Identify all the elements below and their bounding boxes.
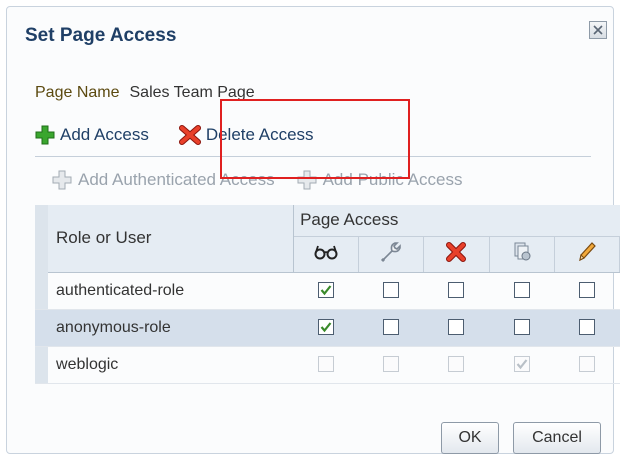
permission-cell bbox=[358, 272, 424, 310]
permission-checkbox-delete bbox=[448, 356, 465, 373]
permission-cell bbox=[554, 346, 620, 384]
permission-checkbox-grant[interactable] bbox=[513, 282, 530, 299]
permission-cell bbox=[489, 309, 555, 347]
row-selector-header bbox=[35, 205, 49, 272]
access-table-body: authenticated-role anonymous-role weblogic bbox=[35, 272, 620, 384]
permission-checkbox-grant[interactable] bbox=[513, 319, 530, 336]
column-header-edit[interactable] bbox=[554, 236, 621, 273]
view-glasses-icon bbox=[314, 245, 338, 259]
column-header-delete[interactable] bbox=[423, 236, 490, 273]
table-header-row: Role or User Page Access bbox=[35, 205, 620, 273]
permission-cell bbox=[358, 309, 424, 347]
column-group-page-access: Page Access bbox=[293, 205, 620, 237]
cancel-button[interactable]: Cancel bbox=[513, 422, 601, 454]
add-access-button[interactable]: Add Access bbox=[35, 125, 149, 145]
column-header-grant[interactable] bbox=[489, 236, 555, 273]
access-table: Role or User Page Access authenticated-r… bbox=[35, 205, 621, 384]
edit-pencil-icon bbox=[579, 241, 596, 261]
permission-cell bbox=[358, 346, 424, 384]
row-selector[interactable] bbox=[35, 272, 49, 310]
permission-cell bbox=[423, 309, 490, 347]
grant-pages-icon bbox=[514, 242, 531, 260]
permission-checkbox-grant bbox=[513, 356, 530, 373]
close-icon bbox=[593, 25, 603, 35]
permission-cell bbox=[554, 272, 620, 310]
add-access-label: Add Access bbox=[60, 125, 149, 144]
customize-wrench-icon bbox=[381, 241, 402, 262]
permission-checkbox-customize bbox=[383, 356, 400, 373]
column-header-customize[interactable] bbox=[358, 236, 425, 273]
table-row[interactable]: authenticated-role bbox=[35, 272, 620, 310]
checkmark-icon bbox=[320, 285, 332, 296]
delete-x-icon bbox=[446, 241, 467, 262]
permission-checkbox-view[interactable] bbox=[318, 319, 335, 336]
checkmark-icon bbox=[320, 322, 332, 333]
page-name-label: Page Name bbox=[35, 84, 120, 101]
permission-checkbox-customize[interactable] bbox=[383, 282, 400, 299]
ok-button[interactable]: OK bbox=[441, 422, 499, 454]
table-row[interactable]: weblogic bbox=[35, 346, 620, 384]
dialog-title: Set Page Access bbox=[25, 25, 177, 46]
permission-cell bbox=[293, 272, 359, 310]
permission-checkbox-delete[interactable] bbox=[448, 282, 465, 299]
table-row[interactable]: anonymous-role bbox=[35, 309, 620, 347]
permission-checkbox-view[interactable] bbox=[318, 282, 335, 299]
permission-cell bbox=[489, 272, 555, 310]
add-plus-icon bbox=[35, 125, 55, 145]
role-name: anonymous-role bbox=[48, 309, 294, 347]
permission-checkbox-view bbox=[318, 356, 335, 373]
role-name: authenticated-role bbox=[48, 272, 294, 310]
permission-cell bbox=[489, 346, 555, 384]
permission-cell bbox=[423, 346, 490, 384]
column-header-view[interactable] bbox=[293, 236, 360, 273]
permission-checkbox-edit[interactable] bbox=[578, 319, 595, 336]
permission-checkbox-delete[interactable] bbox=[448, 319, 465, 336]
close-button[interactable] bbox=[589, 21, 607, 39]
permission-cell bbox=[293, 309, 359, 347]
checkmark-icon bbox=[516, 359, 528, 370]
permission-cell bbox=[554, 309, 620, 347]
delete-x-icon bbox=[178, 125, 201, 145]
permission-checkbox-customize[interactable] bbox=[383, 319, 400, 336]
row-selector[interactable] bbox=[35, 346, 49, 384]
annotation-highlight-box bbox=[220, 99, 410, 179]
permission-cell bbox=[423, 272, 490, 310]
permission-checkbox-edit[interactable] bbox=[578, 282, 595, 299]
column-header-role: Role or User bbox=[48, 205, 295, 273]
row-selector[interactable] bbox=[35, 309, 49, 347]
permission-cell bbox=[293, 346, 359, 384]
permission-checkbox-edit bbox=[578, 356, 595, 373]
role-name: weblogic bbox=[48, 346, 294, 384]
set-page-access-dialog: Set Page Access Page Name Sales Team Page… bbox=[6, 6, 621, 454]
add-plus-disabled-icon bbox=[52, 170, 72, 190]
